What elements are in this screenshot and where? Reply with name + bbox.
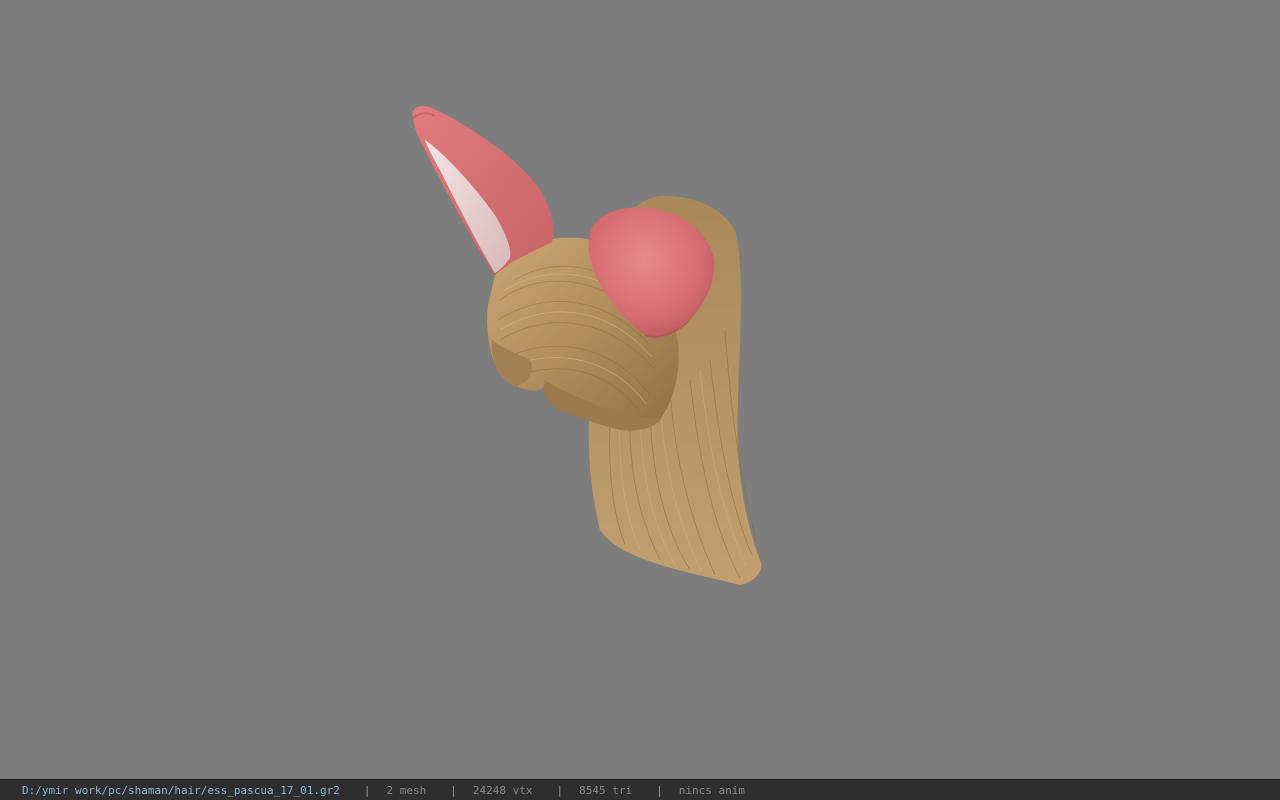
status-separator: | — [363, 783, 371, 797]
file-path-label: D:/ymir work/pc/shaman/hair/ess_pascua_1… — [22, 783, 340, 797]
status-separator: | — [450, 783, 457, 797]
rabbit-ear-left — [412, 106, 554, 275]
mesh-count-label: 2 mesh — [386, 783, 427, 797]
status-separator: | — [556, 783, 564, 797]
animation-status-label: nincs anim — [678, 783, 745, 797]
vertex-count-label: 24248 vtx — [472, 783, 533, 797]
model-preview[interactable] — [0, 0, 1280, 779]
3d-viewport[interactable] — [0, 0, 1280, 779]
status-separator: | — [656, 783, 663, 797]
triangle-count-label: 8545 tri — [579, 783, 633, 797]
status-bar: D:/ymir work/pc/shaman/hair/ess_pascua_1… — [0, 779, 1280, 800]
